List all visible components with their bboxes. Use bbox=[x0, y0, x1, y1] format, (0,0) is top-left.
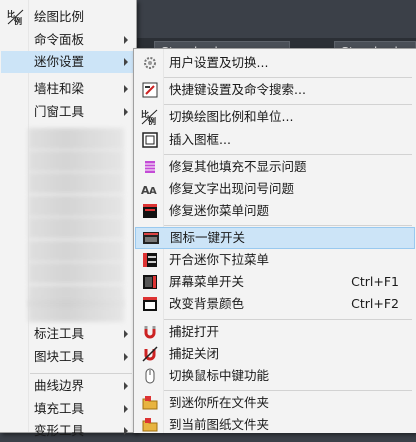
submenu-item-user-settings[interactable]: 用户设置及切换... bbox=[135, 52, 415, 74]
menu-item-walls-beams[interactable]: 墙柱和梁 bbox=[1, 78, 135, 100]
frame-icon bbox=[141, 132, 159, 148]
menu-separator bbox=[164, 77, 412, 78]
submenu-item-screen-menu-toggle[interactable]: 屏幕菜单开关 Ctrl+F1 bbox=[135, 271, 415, 293]
submenu-item-fix-fill[interactable]: 修复其他填充不显示问题 bbox=[135, 156, 415, 178]
submenu-item-middle-mouse[interactable]: 切换鼠标中键功能 bbox=[135, 365, 415, 387]
blurred-item bbox=[28, 217, 124, 239]
menu-item-dimension-tools[interactable]: 标注工具 bbox=[1, 323, 135, 345]
svg-text:A: A bbox=[149, 186, 157, 197]
main-menu: 比例 绘图比例 命令面板 迷你设置 墙柱和梁 门窗工具 标注工具 图块工具 曲线… bbox=[0, 0, 137, 438]
menu-separator bbox=[164, 319, 412, 320]
chevron-right-icon bbox=[124, 108, 128, 116]
text-icon: AA bbox=[141, 181, 159, 197]
menu-separator bbox=[164, 154, 412, 155]
submenu-item-icon-toggle[interactable]: 图标一键开关 bbox=[135, 227, 415, 249]
shortcut-label: Ctrl+F1 bbox=[351, 274, 399, 289]
submenu-item-switch-scale[interactable]: 比例 切换绘图比例和单位... bbox=[135, 106, 415, 128]
menu-item-mini-settings[interactable]: 迷你设置 bbox=[1, 51, 135, 73]
menu-item-command-panel[interactable]: 命令面板 bbox=[1, 29, 135, 51]
blurred-item bbox=[28, 172, 124, 194]
menu-item-curve-boundary[interactable]: 曲线边界 bbox=[1, 375, 135, 397]
blurred-item bbox=[28, 128, 124, 150]
submenu-item-shortcut-settings[interactable]: 快捷键设置及命令搜索... bbox=[135, 79, 415, 101]
menu-item-fill-tools[interactable]: 填充工具 bbox=[1, 398, 135, 420]
gear-icon bbox=[141, 55, 159, 71]
submenu-item-snap-off[interactable]: 捕捉关闭 bbox=[135, 343, 415, 365]
blurred-item bbox=[28, 240, 124, 262]
menu-separator bbox=[30, 373, 132, 374]
magnet-on-icon bbox=[141, 324, 159, 340]
chevron-right-icon bbox=[124, 405, 128, 413]
menu-separator bbox=[164, 390, 412, 391]
submenu-item-snap-on[interactable]: 捕捉打开 bbox=[135, 321, 415, 343]
blurred-item bbox=[28, 300, 124, 322]
dropdown-icon bbox=[141, 252, 159, 268]
chevron-right-icon bbox=[124, 85, 128, 93]
chevron-right-icon bbox=[124, 330, 128, 338]
menu-separator bbox=[164, 225, 412, 226]
chevron-right-icon bbox=[124, 36, 128, 44]
mini-settings-submenu: 用户设置及切换... 快捷键设置及命令搜索... 比例 切换绘图比例和单位...… bbox=[133, 48, 416, 433]
scale-icon: 比例 bbox=[141, 109, 159, 125]
toolbar-icon bbox=[142, 230, 160, 246]
menu-separator bbox=[164, 104, 412, 105]
submenu-item-open-mini-folder[interactable]: 到迷你所在文件夹 bbox=[135, 392, 415, 414]
folder-icon bbox=[141, 395, 159, 411]
folder-icon bbox=[141, 417, 159, 433]
shortcut-label: Ctrl+F2 bbox=[351, 296, 399, 311]
edit-icon bbox=[141, 82, 159, 98]
menu-item-door-window-tools[interactable]: 门窗工具 bbox=[1, 101, 135, 123]
scale-icon: 比例 bbox=[7, 9, 25, 25]
submenu-item-insert-frame[interactable]: 插入图框... bbox=[135, 129, 415, 151]
blurred-item bbox=[28, 195, 124, 217]
submenu-item-fix-mini-menu[interactable]: 修复迷你菜单问题 bbox=[135, 200, 415, 222]
menu-fix-icon bbox=[141, 203, 159, 219]
menu-item-transform-tools[interactable]: 变形工具 bbox=[1, 420, 135, 442]
screen-menu-icon bbox=[141, 274, 159, 290]
blurred-item bbox=[28, 262, 124, 284]
chevron-right-icon bbox=[124, 58, 128, 66]
blurred-item bbox=[28, 150, 124, 172]
fill-icon bbox=[141, 159, 159, 175]
chevron-right-icon bbox=[124, 382, 128, 390]
mouse-icon bbox=[141, 368, 159, 384]
submenu-item-change-background[interactable]: 改变背景颜色 Ctrl+F2 bbox=[135, 293, 415, 315]
magnet-off-icon bbox=[141, 346, 159, 362]
menu-item-block-tools[interactable]: 图块工具 bbox=[1, 346, 135, 368]
chevron-right-icon bbox=[124, 353, 128, 361]
background-icon bbox=[141, 296, 159, 312]
chevron-right-icon bbox=[124, 427, 128, 435]
submenu-item-toggle-dropdown[interactable]: 开合迷你下拉菜单 bbox=[135, 249, 415, 271]
menu-item-draw-scale[interactable]: 比例 绘图比例 bbox=[1, 6, 135, 28]
submenu-item-fix-text[interactable]: AA 修复文字出现问号问题 bbox=[135, 178, 415, 200]
